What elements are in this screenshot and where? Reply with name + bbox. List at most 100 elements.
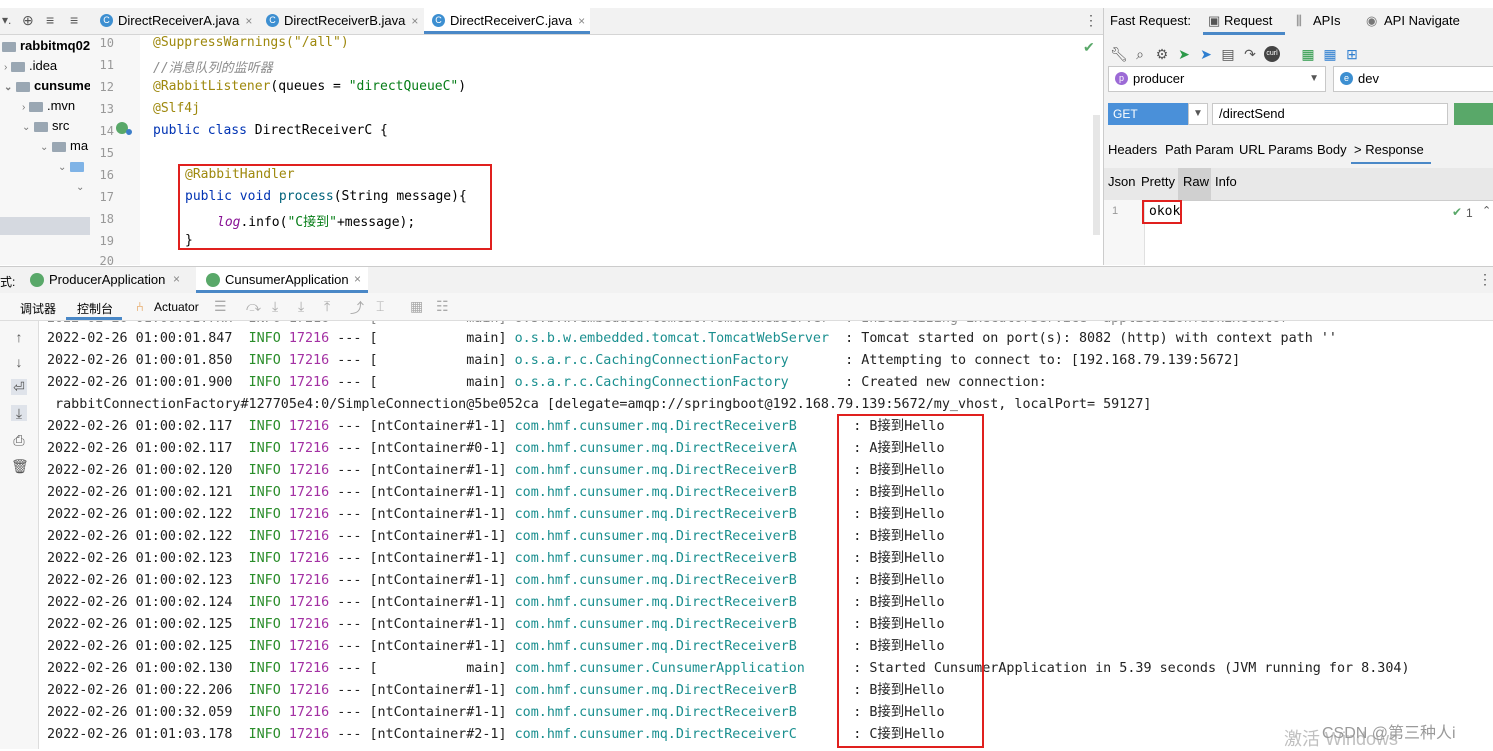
- tab-debugger[interactable]: 调试器: [20, 300, 56, 317]
- tab-actuator[interactable]: Actuator: [154, 300, 199, 314]
- import-icon[interactable]: ▦: [1322, 46, 1338, 62]
- line-number: 14: [99, 124, 114, 138]
- gift-icon[interactable]: ⊞: [1344, 46, 1360, 62]
- console-line: rabbitConnectionFactory#127705e4:0/Simpl…: [47, 397, 1152, 412]
- wrench-icon[interactable]: 🔧︎: [1110, 46, 1128, 62]
- run-tab-producer[interactable]: ProducerApplication: [49, 272, 165, 287]
- console-line: 2022-02-26 01:00:22.206 INFO 17216 --- […: [47, 683, 945, 698]
- arrow-down-icon[interactable]: ↓: [11, 354, 27, 370]
- tab-directreceiverc[interactable]: C DirectReceiverC.java ×: [424, 8, 590, 34]
- locate-icon[interactable]: ⊕: [22, 12, 34, 29]
- tree-item-root[interactable]: rabbitmq02: [2, 38, 90, 53]
- fast-request-panel: Fast Request: ▣ Request ⫼ APIs ◉ API Nav…: [1103, 8, 1493, 266]
- apis-icon: ⫼: [1296, 13, 1302, 28]
- project-select[interactable]: p producer ▼: [1108, 66, 1326, 92]
- run-to-cursor-icon[interactable]: ⤴: [350, 298, 364, 318]
- chevron-down-icon[interactable]: ▼: [1188, 103, 1208, 125]
- code-line-12: @RabbitListener(queues = "directQueueC"): [153, 79, 467, 94]
- tab-apis[interactable]: APIs: [1313, 13, 1340, 28]
- close-icon[interactable]: ×: [245, 14, 252, 28]
- tab-path-param[interactable]: Path Param: [1165, 142, 1234, 157]
- frames-icon[interactable]: ▦: [410, 298, 423, 315]
- folder-icon: [16, 81, 31, 92]
- highlight-box-code: [178, 164, 492, 250]
- arrow-up-icon[interactable]: ↑: [11, 329, 27, 345]
- spring-boot-icon: [30, 273, 44, 287]
- tab-headers[interactable]: Headers: [1108, 142, 1157, 157]
- highlight-box-console: [837, 414, 984, 748]
- tab-request[interactable]: Request: [1224, 13, 1272, 28]
- tab-json[interactable]: Json: [1108, 174, 1135, 189]
- send-button[interactable]: [1454, 103, 1493, 125]
- soft-wrap-icon[interactable]: ⏎: [11, 379, 27, 395]
- folder-icon: [10, 61, 25, 72]
- tab-body[interactable]: Body: [1317, 142, 1347, 157]
- code-line-10: @SuppressWarnings("/all"): [153, 35, 349, 50]
- tab-info[interactable]: Info: [1215, 174, 1237, 189]
- send-download-icon[interactable]: ➤: [1198, 46, 1214, 62]
- tab-api-navigate[interactable]: API Navigate: [1384, 13, 1460, 28]
- step-out-icon[interactable]: ⤒: [324, 298, 330, 315]
- chevron-up-icon[interactable]: ⌃: [1482, 204, 1491, 217]
- tree-item-idea[interactable]: › .idea: [4, 58, 57, 73]
- collapse-all-icon[interactable]: ≡: [46, 12, 54, 28]
- console-output[interactable]: 2022-02-26 01:00:01.7xx INFO 17216 --- […: [39, 321, 1493, 749]
- tree-item-mvn[interactable]: › .mvn: [22, 98, 75, 113]
- project-view-icon[interactable]: ▾.: [2, 13, 11, 27]
- navigate-icon: ◉: [1366, 13, 1378, 28]
- tab-directreceiverb[interactable]: C DirectReceiverB.java ×: [258, 8, 422, 34]
- console-line: 2022-02-26 01:00:02.121 INFO 17216 --- […: [47, 485, 945, 500]
- tab-url-params[interactable]: URL Params: [1239, 142, 1313, 157]
- scroll-to-end-icon[interactable]: ⤓: [11, 405, 27, 421]
- step-over-icon[interactable]: ⤼: [246, 298, 261, 315]
- folder-icon: [28, 101, 43, 112]
- actuator-icon: ⑃: [136, 299, 144, 314]
- tree-item-java[interactable]: ⌄: [58, 158, 88, 173]
- run-gutter-icon[interactable]: [126, 129, 132, 135]
- step-into-icon[interactable]: ⤓: [272, 298, 278, 315]
- tree-item-src[interactable]: ⌄ src: [22, 118, 69, 133]
- method-select[interactable]: GET: [1108, 103, 1188, 125]
- console-line: 2022-02-26 01:00:32.059 INFO 17216 --- […: [47, 705, 945, 720]
- tab-response[interactable]: > Response: [1354, 142, 1424, 157]
- trash-icon[interactable]: 🗑︎: [11, 458, 29, 474]
- tab-pretty[interactable]: Pretty: [1141, 174, 1175, 189]
- search-icon[interactable]: ⌕: [1132, 46, 1148, 62]
- url-input[interactable]: /directSend: [1212, 103, 1448, 125]
- save-icon[interactable]: ▤: [1220, 46, 1236, 62]
- close-icon[interactable]: ×: [354, 272, 361, 286]
- expand-all-icon[interactable]: ≡: [70, 12, 78, 28]
- class-icon: C: [100, 14, 113, 27]
- redirect-icon[interactable]: ↷: [1242, 46, 1258, 62]
- doc-icon[interactable]: ▦: [1300, 46, 1316, 62]
- more-icon[interactable]: ⋮: [1478, 271, 1492, 288]
- close-icon[interactable]: ×: [578, 14, 585, 28]
- close-icon[interactable]: ×: [411, 14, 418, 28]
- console-side-toolbar: ↑ ↓ ⏎ ⤓ ⎙ 🗑︎: [0, 321, 39, 749]
- more-tabs-icon[interactable]: ⋮: [1084, 12, 1098, 29]
- threads-icon[interactable]: ☷: [436, 298, 449, 315]
- project-value: producer: [1133, 71, 1185, 86]
- tree-item-package[interactable]: ⌄: [76, 178, 84, 193]
- menu-icon[interactable]: ☰: [214, 298, 227, 315]
- tab-raw[interactable]: Raw: [1183, 174, 1209, 189]
- console-line: 2022-02-26 01:00:02.117 INFO 17216 --- […: [47, 419, 945, 434]
- print-icon[interactable]: ⎙: [11, 432, 27, 448]
- line-number: 17: [99, 190, 114, 204]
- editor-scrollbar[interactable]: [1093, 115, 1100, 235]
- tree-item-cunsumer[interactable]: ⌄ cunsumer: [4, 78, 90, 93]
- close-icon[interactable]: ×: [173, 272, 180, 286]
- tree-item-main[interactable]: ⌄ ma: [40, 138, 88, 153]
- tab-console[interactable]: 控制台: [77, 300, 113, 317]
- tab-directreceivera[interactable]: C DirectReceiverA.java ×: [92, 8, 256, 34]
- force-step-icon[interactable]: ⤓: [298, 298, 304, 315]
- curl-icon[interactable]: curl: [1264, 46, 1280, 62]
- line-number: 19: [99, 234, 114, 248]
- run-tab-cunsumer[interactable]: CunsumerApplication: [225, 272, 349, 287]
- gear-icon[interactable]: ⚙: [1154, 46, 1170, 62]
- check-icon: ✔: [1083, 39, 1095, 55]
- tab-label: DirectReceiverA.java: [118, 13, 240, 28]
- send-icon[interactable]: ➤: [1176, 46, 1192, 62]
- env-select[interactable]: e dev: [1333, 66, 1493, 92]
- evaluate-icon[interactable]: ⌶: [376, 298, 384, 315]
